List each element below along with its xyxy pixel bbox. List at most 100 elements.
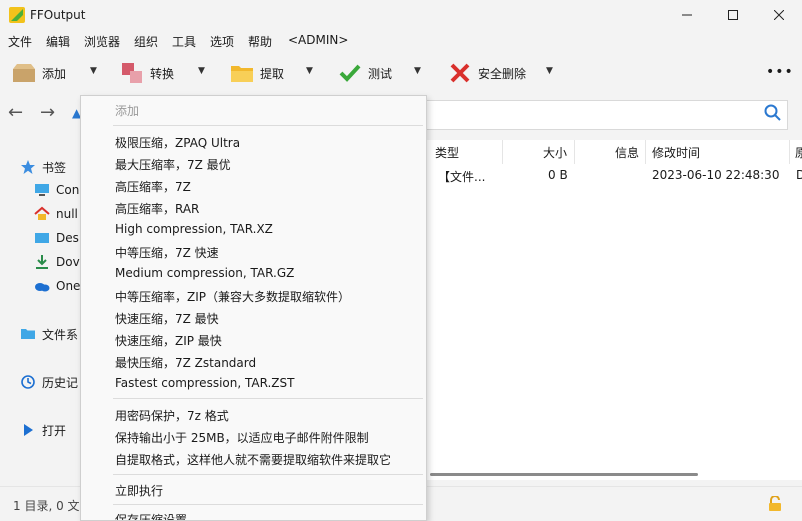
play-icon [20, 422, 36, 438]
sidebar-open-label: 打开 [42, 423, 67, 438]
close-button[interactable] [756, 0, 802, 30]
sidebar-item-downloads[interactable]: Dov [34, 252, 80, 272]
horizontal-scrollbar[interactable] [430, 473, 698, 476]
menu-item-zip-medium[interactable]: 中等压缩率，ZIP（兼容大多数提取缩软件） [115, 288, 350, 305]
menu-item-7z-zstandard[interactable]: 最快压缩，7Z Zstandard [115, 354, 256, 371]
menu-help[interactable]: 帮助 [248, 33, 272, 50]
column-separator[interactable] [574, 140, 575, 164]
forward-arrow-icon[interactable]: → [40, 102, 55, 123]
sidebar-item-desktop[interactable]: Des [34, 228, 80, 248]
delete-x-icon [448, 62, 472, 84]
sidebar-open[interactable]: 打开 [20, 420, 80, 440]
sidebar-bookmarks-label: 书签 [42, 160, 67, 175]
box-icon [12, 62, 36, 84]
sidebar-item-label: Dov [56, 255, 80, 269]
home-icon [34, 206, 50, 222]
minimize-button[interactable] [664, 0, 710, 30]
sidebar-item-label: One [56, 279, 80, 293]
test-dropdown-icon[interactable]: ▼ [414, 66, 421, 76]
menu-bar: 文件 编辑 浏览器 组织 工具 选项 帮助 <ADMIN> [0, 30, 802, 52]
convert-dropdown-icon[interactable]: ▼ [198, 66, 205, 76]
column-header-extra[interactable]: 原 [795, 144, 802, 164]
menu-item-rar-high[interactable]: 高压缩率，RAR [115, 200, 199, 217]
menu-options[interactable]: 选项 [210, 33, 234, 50]
menu-browser[interactable]: 浏览器 [84, 33, 120, 50]
column-header-info[interactable]: 信息 [615, 144, 639, 164]
menu-item-tar-xz[interactable]: High compression, TAR.XZ [115, 222, 273, 236]
menu-item-email-limit[interactable]: 保持输出小于 25MB，以适应电子邮件附件限制 [115, 429, 369, 446]
menu-edit[interactable]: 编辑 [46, 33, 70, 50]
menu-separator [113, 398, 423, 399]
menu-item-self-extract[interactable]: 自提取格式，这样他人就不需要提取缩软件来提取它 [115, 451, 391, 468]
close-icon [774, 10, 784, 20]
path-search-box[interactable] [426, 100, 788, 130]
secure-delete-dropdown-icon[interactable]: ▼ [546, 66, 553, 76]
convert-button[interactable]: 转换 [120, 60, 174, 86]
menu-item-tar-zst[interactable]: Fastest compression, TAR.ZST [115, 376, 294, 390]
menu-item-zpaq-ultra[interactable]: 极限压缩，ZPAQ Ultra [115, 134, 240, 151]
menu-item-7z-high[interactable]: 高压缩率，7Z [115, 178, 191, 195]
menu-item-zip-fastest[interactable]: 快速压缩，ZIP 最快 [115, 332, 222, 349]
row-extra-cell: D [796, 168, 802, 182]
history-icon [20, 374, 36, 390]
menu-item-save-settings[interactable]: 保存压缩设置 [115, 511, 187, 520]
add-button[interactable]: 添加 [12, 60, 66, 86]
row-type-cell[interactable]: 【文件... [438, 168, 485, 185]
sidebar-item-computer[interactable]: Con [34, 180, 80, 200]
extract-label: 提取 [260, 66, 285, 81]
menu-item-7z-fast[interactable]: 中等压缩，7Z 快速 [115, 244, 219, 261]
column-header-modified[interactable]: 修改时间 [652, 144, 700, 164]
menu-item-7z-fastest[interactable]: 快速压缩，7Z 最快 [115, 310, 219, 327]
convert-icon [120, 62, 144, 84]
menu-item-7z-best[interactable]: 最大压缩率，7Z 最优 [115, 156, 231, 173]
column-header-size[interactable]: 大小 [543, 144, 567, 164]
minimize-icon [682, 14, 692, 16]
sidebar-filesystem-label: 文件系 [42, 327, 79, 342]
monitor-icon [34, 182, 50, 198]
add-dropdown-icon[interactable]: ▼ [90, 66, 97, 76]
toolbar: 添加 ▼ 转换 ▼ 提取 ▼ 测试 ▼ 安全删除 ▼ ••• [0, 54, 802, 92]
menu-item-tar-gz[interactable]: Medium compression, TAR.GZ [115, 266, 294, 280]
status-text: 1 目录, 0 文 [13, 499, 80, 513]
sidebar-history-label: 历史记 [42, 375, 79, 390]
dropdown-header: 添加 [115, 104, 140, 118]
convert-label: 转换 [150, 66, 175, 81]
extract-button[interactable]: 提取 [230, 60, 284, 86]
test-button[interactable]: 测试 [338, 60, 392, 86]
secure-delete-button[interactable]: 安全删除 [448, 60, 526, 86]
sidebar-item-home[interactable]: null [34, 204, 80, 224]
test-label: 测试 [368, 66, 393, 81]
menu-item-run-now[interactable]: 立即执行 [115, 482, 163, 499]
title-bar: FFOutput [0, 0, 802, 30]
secure-delete-label: 安全删除 [478, 66, 527, 81]
menu-tools[interactable]: 工具 [172, 33, 196, 50]
menu-separator [113, 474, 423, 475]
menu-file[interactable]: 文件 [8, 33, 32, 50]
column-separator[interactable] [645, 140, 646, 164]
add-label: 添加 [42, 66, 67, 81]
folder-icon [20, 326, 36, 342]
add-dropdown-menu: 添加 极限压缩，ZPAQ Ultra 最大压缩率，7Z 最优 高压缩率，7Z 高… [80, 95, 427, 521]
search-icon[interactable] [764, 104, 782, 122]
more-options-icon[interactable]: ••• [766, 64, 794, 80]
file-list: 类型 大小 信息 修改时间 原 【文件... 0 B 2023-06-10 22… [426, 140, 802, 480]
menu-item-password-protect[interactable]: 用密码保护，7z 格式 [115, 407, 229, 424]
sidebar-item-onedrive[interactable]: One [34, 276, 80, 296]
menu-separator [113, 125, 423, 126]
sidebar-history[interactable]: 历史记 [20, 372, 80, 392]
column-separator[interactable] [789, 140, 790, 164]
maximize-button[interactable] [710, 0, 756, 30]
column-header-type[interactable]: 类型 [435, 144, 459, 164]
sidebar-bookmarks[interactable]: 书签 [20, 157, 66, 177]
sidebar-item-label: null [56, 207, 78, 221]
sidebar-item-label: Con [56, 183, 80, 197]
unlock-icon[interactable] [768, 496, 782, 512]
sidebar-filesystem[interactable]: 文件系 [20, 324, 80, 344]
extract-dropdown-icon[interactable]: ▼ [306, 66, 313, 76]
column-separator[interactable] [502, 140, 503, 164]
back-arrow-icon[interactable]: ← [8, 102, 23, 123]
app-logo-icon [9, 7, 25, 23]
row-size-cell: 0 B [548, 168, 568, 182]
menu-organize[interactable]: 组织 [134, 33, 158, 50]
menu-admin[interactable]: <ADMIN> [288, 33, 348, 47]
